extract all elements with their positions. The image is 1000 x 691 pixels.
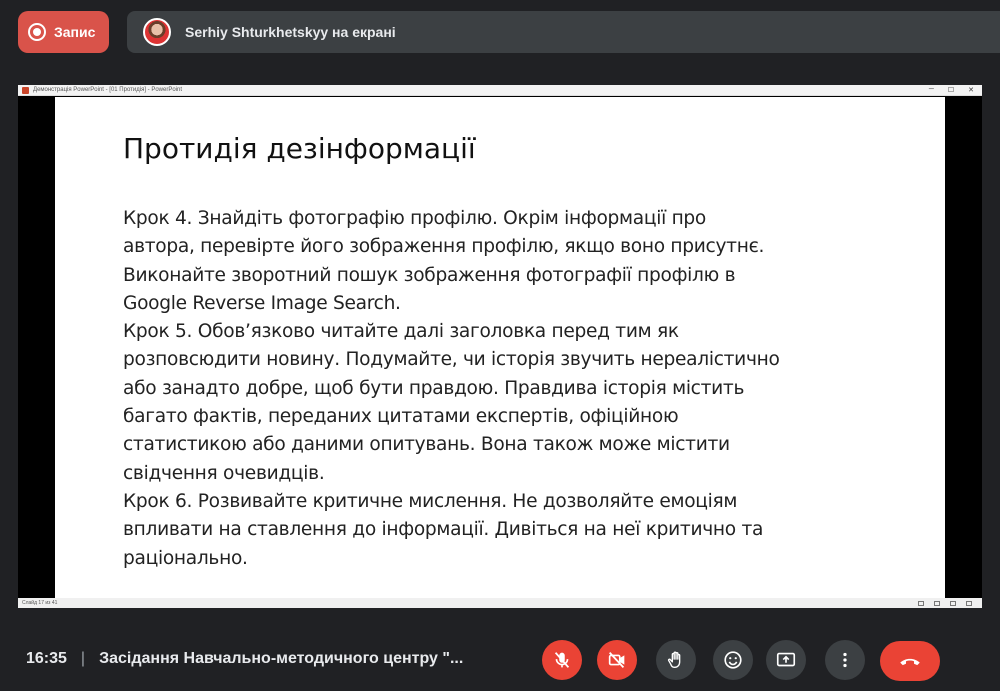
raise-hand-icon (667, 651, 681, 669)
more-options-button[interactable] (825, 640, 865, 680)
presenter-text: Serhiy Shturkhetskyy на екрані (185, 24, 396, 40)
mic-toggle-button[interactable] (542, 640, 582, 680)
mic-off-icon (554, 652, 570, 668)
normal-view-icon[interactable] (918, 600, 924, 606)
slide-line: впливати на ставлення до інформації. Див… (123, 519, 764, 541)
slideshow-icon[interactable] (966, 600, 972, 606)
slide-counter: Слайд 17 из 41 (22, 600, 58, 606)
record-button[interactable]: Запис (18, 11, 109, 53)
camera-off-icon (608, 652, 625, 668)
end-call-button[interactable] (880, 641, 940, 681)
slide-line: розповсюдити новину. Подумайте, чи істор… (123, 349, 780, 371)
slide-line: раціонально. (123, 547, 248, 569)
separator: | (80, 650, 86, 667)
slide-body: Крок 4. Знайдіть фотографію профілю. Окр… (123, 205, 877, 573)
powerpoint-icon (22, 86, 29, 94)
close-icon[interactable]: ✕ (968, 86, 974, 94)
slide-line: Крок 5. Обов’язково читайте далі заголов… (123, 321, 679, 343)
presenter-banner: Serhiy Shturkhetskyy на екрані (127, 11, 1000, 53)
minimize-icon[interactable]: ─ (929, 86, 934, 94)
window-titlebar: Демонстрація PowerPoint - [01 Протидія] … (18, 85, 982, 96)
slide-sorter-icon[interactable] (934, 600, 940, 606)
slide-line: Крок 6. Розвивайте критичне мислення. Не… (123, 490, 738, 512)
slide-line: автора, перевірте його зображення профіл… (123, 236, 765, 258)
slide-line: Виконайте зворотний пошук зображення фот… (123, 264, 736, 286)
slide-line: свідчення очевидців. (123, 462, 325, 484)
slide-line: багато фактів, переданих цитатами експер… (123, 406, 679, 428)
window-title: Демонстрація PowerPoint - [01 Протидія] … (33, 87, 183, 93)
maximize-icon[interactable]: ☐ (948, 86, 954, 94)
reactions-button[interactable] (713, 640, 753, 680)
shared-screen: Демонстрація PowerPoint - [01 Протидія] … (18, 85, 982, 608)
slide-title: Протидія дезінформації (123, 132, 476, 165)
present-button[interactable] (766, 640, 806, 680)
slide-line: або занадто добре, щоб бути правдою. Пра… (123, 377, 745, 399)
avatar (143, 18, 171, 46)
camera-toggle-button[interactable] (597, 640, 637, 680)
slide: Протидія дезінформації Крок 4. Знайдіть … (55, 97, 945, 599)
present-icon (776, 652, 796, 667)
slide-line: Google Reverse Image Search. (123, 292, 401, 314)
emoji-icon (724, 651, 742, 669)
record-icon (28, 23, 46, 41)
slide-line: Крок 4. Знайдіть фотографію профілю. Окр… (123, 208, 707, 229)
meeting-title[interactable]: Засідання Навчально-методичного центру "… (99, 650, 463, 668)
meeting-info: 16:35 | Засідання Навчально-методичного … (26, 650, 463, 668)
clock: 16:35 (26, 650, 67, 667)
raise-hand-button[interactable] (656, 640, 696, 680)
end-call-icon (900, 658, 920, 666)
slide-line: статистикою або даними опитувань. Вона т… (123, 434, 730, 456)
more-options-icon (843, 652, 847, 668)
window-statusbar: Слайд 17 из 41 (18, 598, 982, 608)
record-label: Запис (54, 24, 96, 40)
reading-view-icon[interactable] (950, 600, 956, 606)
